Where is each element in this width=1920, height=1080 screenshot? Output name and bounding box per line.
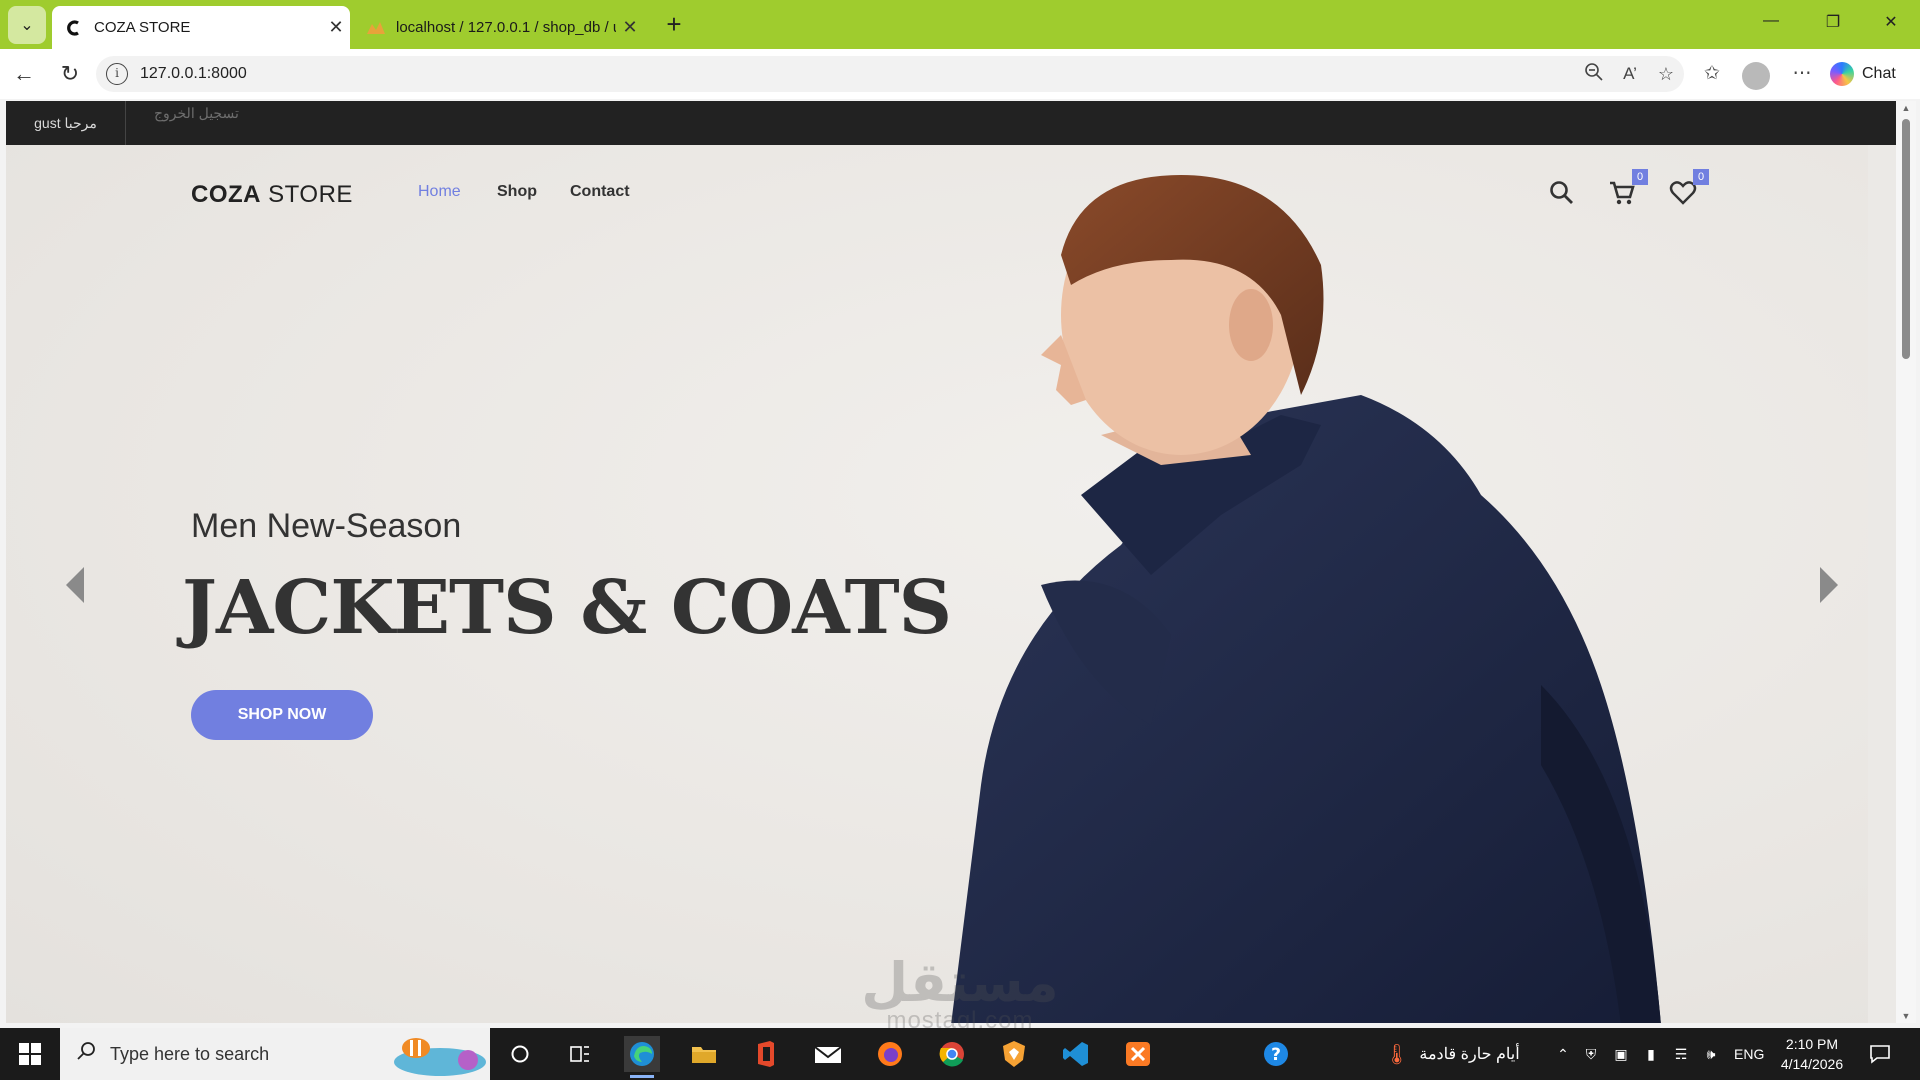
store-logo[interactable]: COZA STORE [191, 181, 353, 209]
file-explorer-icon[interactable] [686, 1036, 722, 1072]
site-info-icon[interactable]: i [106, 63, 128, 85]
coza-favicon-icon [64, 18, 84, 38]
minimize-button[interactable]: — [1748, 12, 1794, 30]
nav-contact[interactable]: Contact [570, 183, 630, 201]
tab-actions-button[interactable]: ⌄ [8, 6, 46, 44]
tab-phpmyadmin[interactable]: localhost / 127.0.0.1 / shop_db / u ✕ [354, 6, 644, 49]
back-button[interactable]: ← [10, 61, 38, 89]
brave-icon[interactable] [996, 1036, 1032, 1072]
scrollbar-thumb[interactable] [1902, 119, 1910, 359]
address-toolbar: ← ↻ i 127.0.0.1:8000 A’ ☆ ✩ ⋯ Chat [0, 49, 1920, 99]
notifications-icon[interactable] [1862, 1036, 1898, 1072]
arrow-left-icon: ← [13, 61, 35, 86]
nav-home[interactable]: Home [418, 183, 461, 201]
svg-text:?: ? [1271, 1045, 1281, 1065]
reload-button[interactable]: ↻ [56, 61, 84, 89]
page-scrollbar[interactable]: ▲ ▼ [1896, 101, 1916, 1023]
search-icon [76, 1041, 100, 1067]
slider-next-icon[interactable] [1816, 565, 1842, 605]
task-view-icon[interactable] [562, 1036, 598, 1072]
clock[interactable]: 2:10 PM 4/14/2026 [1764, 1034, 1860, 1074]
nav-shop[interactable]: Shop [497, 183, 537, 201]
firefox-icon[interactable] [872, 1036, 908, 1072]
search-icon[interactable] [1548, 179, 1580, 211]
language-indicator[interactable]: ENG [1734, 1046, 1764, 1062]
chat-label: Chat [1862, 65, 1896, 82]
windows-taskbar: Type here to search ? 🌡 أيام حارة قادمة … [0, 1028, 1920, 1080]
scroll-down-icon[interactable]: ▼ [1896, 1011, 1916, 1021]
wishlist-count-badge: 0 [1693, 169, 1709, 185]
cart-button[interactable]: 0 [1608, 169, 1648, 211]
mail-icon[interactable] [810, 1036, 846, 1072]
xampp-icon[interactable] [1120, 1036, 1156, 1072]
page-viewport: مرحبا gust تسجيل الخروج COZA STORE Home … [6, 101, 1900, 1023]
cart-count-badge: 0 [1632, 169, 1648, 185]
wishlist-button[interactable]: 0 [1669, 169, 1709, 211]
chrome-icon[interactable] [934, 1036, 970, 1072]
browser-tab-strip: ⌄ COZA STORE ✕ localhost / 127.0.0.1 / s… [0, 0, 1920, 49]
start-button[interactable] [0, 1028, 60, 1080]
hero-subtitle: Men New-Season [191, 507, 462, 545]
profile-avatar[interactable] [1742, 62, 1770, 90]
favorites-icon[interactable]: ✩ [1696, 62, 1728, 85]
close-tab-icon[interactable]: ✕ [616, 17, 644, 38]
mostaql-watermark: مستقل mostaql.com [840, 955, 1080, 1035]
read-aloud-icon[interactable]: A’ [1612, 64, 1648, 84]
hero-slider: COZA STORE Home Shop Contact 0 0 Men New… [6, 145, 1868, 1023]
copilot-icon [1830, 62, 1854, 86]
new-tab-button[interactable]: + [660, 10, 688, 38]
windows-icon [19, 1043, 41, 1065]
search-placeholder: Type here to search [110, 1043, 270, 1064]
clock-time: 2:10 PM [1785, 1036, 1839, 1052]
shield-icon[interactable]: ⛨ [1576, 1046, 1606, 1063]
reload-icon: ↻ [60, 61, 80, 86]
logo-bold: COZA [191, 181, 261, 208]
logout-link[interactable]: تسجيل الخروج [154, 105, 239, 122]
address-field[interactable]: i 127.0.0.1:8000 A’ ☆ [96, 56, 1684, 92]
search-highlight-art-icon [394, 1038, 486, 1076]
vscode-icon[interactable] [1058, 1036, 1094, 1072]
phpmyadmin-favicon-icon [366, 18, 386, 38]
hero-headline: JACKETS & COATS [182, 565, 952, 651]
edge-taskbar-icon[interactable] [624, 1036, 660, 1078]
copilot-chat-button[interactable]: Chat [1830, 56, 1896, 92]
volume-icon[interactable]: 🕪 [1696, 1046, 1726, 1063]
weather-widget[interactable]: 🌡 أيام حارة قادمة [1384, 1028, 1520, 1080]
zoom-out-icon[interactable] [1576, 62, 1612, 87]
close-tab-icon[interactable]: ✕ [322, 17, 350, 38]
office-icon[interactable] [748, 1036, 784, 1072]
active-indicator [630, 1075, 654, 1078]
taskbar-search[interactable]: Type here to search [60, 1028, 490, 1080]
tray-icons: ⌃ ⛨ ▣ ▮ ☴ 🕪 ENG [1550, 1028, 1764, 1080]
url-text[interactable]: 127.0.0.1:8000 [140, 65, 1576, 83]
cortana-icon[interactable] [502, 1036, 538, 1072]
scroll-up-icon[interactable]: ▲ [1896, 103, 1916, 113]
weather-text: أيام حارة قادمة [1419, 1046, 1520, 1063]
top-user-bar: مرحبا gust تسجيل الخروج [6, 101, 1900, 145]
shop-now-button[interactable]: SHOP NOW [191, 690, 373, 740]
wifi-icon[interactable]: ☴ [1666, 1046, 1696, 1063]
battery-icon[interactable]: ▮ [1636, 1046, 1666, 1063]
clock-date: 4/14/2026 [1780, 1056, 1844, 1072]
chevron-down-icon: ⌄ [20, 17, 34, 34]
close-window-button[interactable]: ✕ [1868, 12, 1914, 32]
slider-prev-icon[interactable] [62, 565, 88, 605]
maximize-button[interactable]: ❐ [1810, 12, 1856, 32]
camera-icon[interactable]: ▣ [1606, 1046, 1636, 1063]
more-options-icon[interactable]: ⋯ [1786, 62, 1818, 85]
help-icon[interactable]: ? [1258, 1036, 1294, 1072]
tab-coza-store[interactable]: COZA STORE ✕ [52, 6, 350, 49]
user-greeting: مرحبا gust [6, 101, 126, 145]
hero-model-image [951, 175, 1661, 1023]
thermometer-icon: 🌡 [1384, 1043, 1410, 1066]
tab-title: localhost / 127.0.0.1 / shop_db / u [396, 19, 616, 36]
chevron-up-icon[interactable]: ⌃ [1550, 1046, 1576, 1063]
tab-title: COZA STORE [94, 19, 191, 36]
plus-icon: + [666, 9, 682, 39]
watermark-arabic: مستقل [861, 951, 1059, 1014]
logo-light: STORE [261, 181, 353, 208]
favorite-star-icon[interactable]: ☆ [1648, 64, 1684, 85]
